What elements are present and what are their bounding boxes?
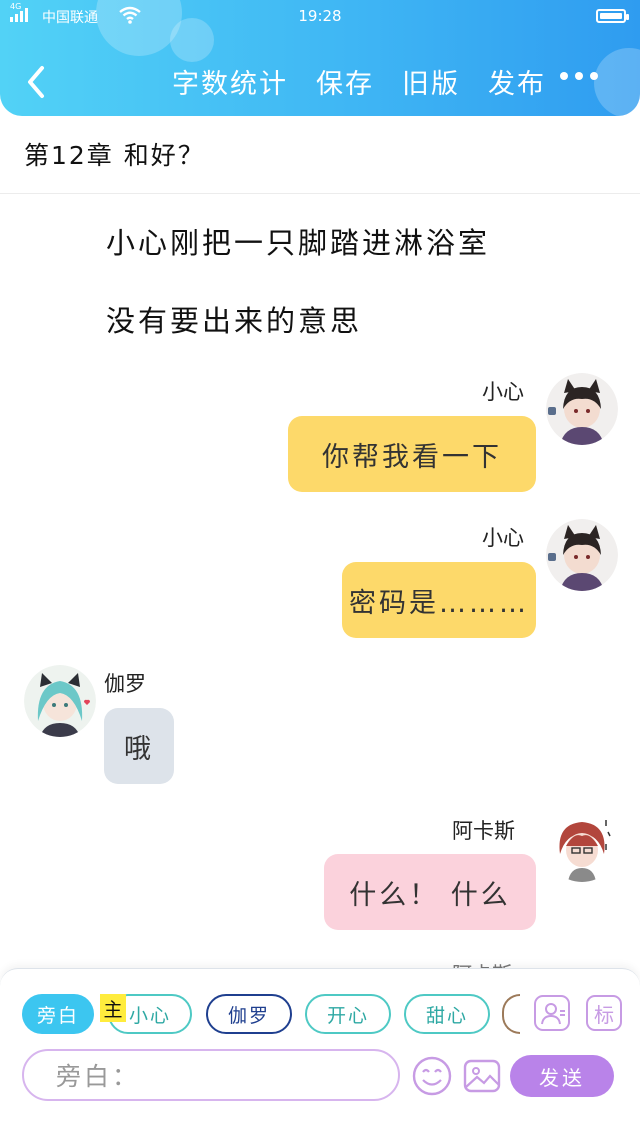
battery-icon <box>596 9 629 23</box>
speaker-name: 小心 <box>482 526 524 550</box>
decoration-circle <box>594 48 640 116</box>
save-button[interactable]: 保存 <box>316 62 374 101</box>
message-bubble[interactable]: 什么！ 什么 <box>324 854 536 930</box>
avatar[interactable] <box>546 810 618 882</box>
message-bubble[interactable]: 你帮我看一下 <box>288 416 536 492</box>
divider <box>0 193 640 194</box>
avatar[interactable] <box>546 373 618 445</box>
old-version-button[interactable]: 旧版 <box>402 62 460 101</box>
back-arrow-icon[interactable] <box>22 62 56 102</box>
role-chip-tianxin[interactable]: 甜心 <box>404 994 490 1034</box>
publish-button[interactable]: 发布 <box>488 62 546 101</box>
speaker-name: 小心 <box>482 380 524 404</box>
status-bar: 4G 中国联通 19:28 <box>0 0 640 34</box>
main-character-badge: 主 <box>100 994 126 1022</box>
role-chip-narrator[interactable]: 旁白 <box>22 994 94 1034</box>
emoji-icon[interactable] <box>412 1056 452 1096</box>
header-actions: 字数统计 保存 旧版 发布 <box>172 62 546 101</box>
narration-line[interactable]: 没有要出来的意思 <box>106 298 362 340</box>
role-chip-jialuo[interactable]: 伽罗 <box>206 994 292 1034</box>
image-icon[interactable] <box>462 1056 502 1096</box>
message-bubble[interactable]: 密码是……… <box>342 562 536 638</box>
top-bar: 4G 中国联通 19:28 字数统计 保存 旧版 发布 <box>0 0 640 116</box>
message-input[interactable]: 旁白： <box>22 1049 400 1101</box>
avatar[interactable] <box>24 665 96 737</box>
avatar[interactable] <box>546 519 618 591</box>
message-bubble[interactable]: 哦 <box>104 708 174 784</box>
speaker-name: 阿卡斯 <box>452 819 515 843</box>
add-character-icon[interactable] <box>534 995 570 1031</box>
send-button[interactable]: 发送 <box>510 1055 614 1097</box>
word-count-button[interactable]: 字数统计 <box>172 62 288 101</box>
narration-line[interactable]: 小心刚把一只脚踏进淋浴室 <box>106 220 490 262</box>
tag-icon[interactable]: 标 <box>586 995 622 1031</box>
clock: 19:28 <box>298 7 342 25</box>
more-options-icon[interactable] <box>560 72 598 80</box>
chapter-title[interactable]: 第12章 和好？ <box>24 136 205 172</box>
speaker-name: 伽罗 <box>104 672 146 696</box>
role-chip-kaixin[interactable]: 开心 <box>305 994 391 1034</box>
